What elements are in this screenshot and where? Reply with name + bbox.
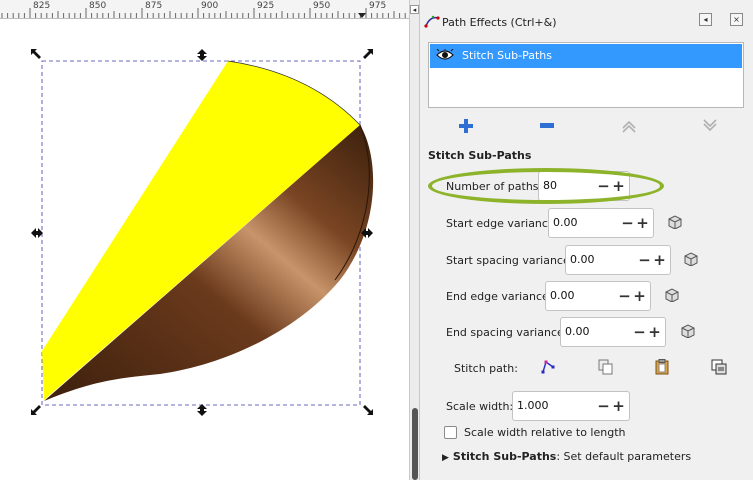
dock-collapse-button[interactable]: ◂ <box>410 5 419 14</box>
scrollbar-thumb[interactable] <box>412 408 418 480</box>
effect-label: Stitch Sub-Paths <box>462 49 552 62</box>
scale-width-spinbox[interactable]: 1.000 − + <box>512 391 630 421</box>
resize-handle-nw[interactable] <box>31 49 43 61</box>
horizontal-ruler: 825 850 875 900 925 950 975 <box>0 0 409 19</box>
panel-close-button[interactable]: × <box>730 13 743 26</box>
randomize-icon[interactable] <box>681 324 695 338</box>
panel-title: Path Effects (Ctrl+&) <box>442 16 557 29</box>
move-down-button[interactable] <box>699 115 721 137</box>
panel-iconify-button[interactable]: ◂ <box>699 13 712 26</box>
defaults-effect-name: Stitch Sub-Paths <box>452 450 557 463</box>
default-parameters-expander[interactable]: ▶ Stitch Sub-Paths: Set default parameter… <box>442 450 691 463</box>
canvas[interactable]: 825 850 875 900 925 950 975 <box>0 0 409 480</box>
end-edge-variance-label: End edge variance: <box>446 290 553 303</box>
randomize-icon[interactable] <box>665 288 679 302</box>
decrement-button[interactable]: − <box>597 395 610 417</box>
resize-handle-s[interactable] <box>197 404 207 416</box>
paste-path-icon[interactable] <box>654 359 670 375</box>
path-effects-icon <box>424 15 440 28</box>
end-spacing-variance-label: End spacing variance: <box>446 326 568 339</box>
end-spacing-variance-value[interactable]: 0.00 <box>565 325 590 338</box>
move-up-icon <box>622 120 636 133</box>
edit-on-canvas-icon[interactable] <box>540 359 556 375</box>
randomize-icon[interactable] <box>684 252 698 266</box>
effects-list[interactable]: Stitch Sub-Paths <box>428 42 744 108</box>
dock-divider[interactable]: ◂ <box>409 0 420 480</box>
start-edge-variance-label: Start edge variance: <box>446 217 559 230</box>
increment-button[interactable]: + <box>648 321 661 343</box>
scale-relative-label[interactable]: Scale width relative to length <box>464 426 626 439</box>
section-title: Stitch Sub-Paths <box>428 149 532 162</box>
increment-button[interactable]: + <box>633 285 646 307</box>
resize-handle-w[interactable] <box>31 228 43 238</box>
start-edge-variance-value[interactable]: 0.00 <box>553 216 578 229</box>
resize-handle-se[interactable] <box>361 403 373 415</box>
increment-button[interactable]: + <box>636 212 649 234</box>
scale-relative-checkbox[interactable] <box>444 426 457 439</box>
resize-handle-ne[interactable] <box>361 49 373 61</box>
scale-width-value[interactable]: 1.000 <box>517 399 549 412</box>
resize-handle-e[interactable] <box>361 228 373 238</box>
resize-handle-n[interactable] <box>197 49 207 61</box>
start-spacing-variance-value[interactable]: 0.00 <box>570 253 595 266</box>
start-spacing-variance-label: Start spacing variance: <box>446 254 574 267</box>
copy-path-icon[interactable] <box>598 359 614 375</box>
remove-icon <box>540 123 554 128</box>
eye-icon[interactable] <box>436 49 454 61</box>
increment-button[interactable]: + <box>612 395 625 417</box>
expander-arrow-icon[interactable]: ▶ <box>442 453 449 463</box>
move-down-icon <box>703 119 717 132</box>
decrement-button[interactable]: − <box>633 321 646 343</box>
ruler-ticks <box>1 8 406 18</box>
resize-handle-sw[interactable] <box>31 403 43 415</box>
remove-effect-button[interactable] <box>536 115 558 137</box>
effect-list-item[interactable]: Stitch Sub-Paths <box>430 44 742 68</box>
add-effect-button[interactable] <box>455 115 477 137</box>
highlight-ellipse <box>428 168 664 204</box>
start-edge-variance-spinbox[interactable]: 0.00 − + <box>548 208 654 238</box>
decrement-button[interactable]: − <box>618 285 631 307</box>
start-spacing-variance-spinbox[interactable]: 0.00 − + <box>565 245 671 275</box>
add-icon <box>459 119 473 133</box>
decrement-button[interactable]: − <box>638 249 651 271</box>
path-effects-panel: Path Effects (Ctrl+&) ◂ × Stitch Sub-Pat… <box>420 0 753 480</box>
end-edge-variance-value[interactable]: 0.00 <box>550 289 575 302</box>
scale-width-label: Scale width: <box>446 400 514 413</box>
decrement-button[interactable]: − <box>621 212 634 234</box>
increment-button[interactable]: + <box>653 249 666 271</box>
defaults-text: : Set default parameters <box>556 450 692 463</box>
end-edge-variance-spinbox[interactable]: 0.00 − + <box>545 281 651 311</box>
move-up-button[interactable] <box>618 115 640 137</box>
randomize-icon[interactable] <box>668 215 682 229</box>
link-to-path-icon[interactable] <box>711 359 727 375</box>
stitch-path-label: Stitch path: <box>454 362 518 375</box>
end-spacing-variance-spinbox[interactable]: 0.00 − + <box>560 317 666 347</box>
panel-header: Path Effects (Ctrl+&) ◂ × <box>420 0 753 38</box>
